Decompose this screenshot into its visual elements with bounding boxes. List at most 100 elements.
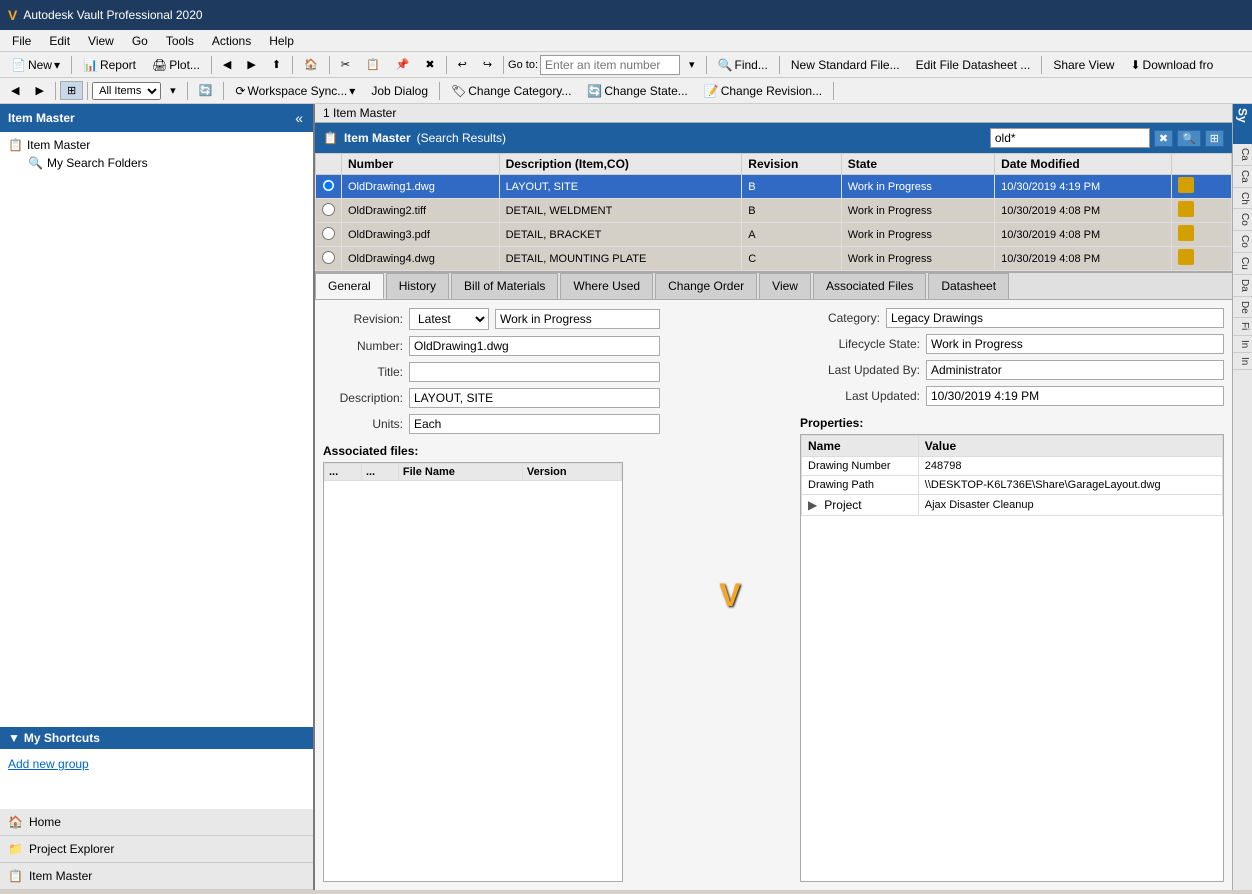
collapse-left-button[interactable]: « xyxy=(293,110,305,126)
copy-button[interactable]: 📋 xyxy=(359,55,387,74)
category-input[interactable] xyxy=(886,308,1224,328)
col-revision[interactable]: Revision xyxy=(742,154,841,175)
row-radio[interactable] xyxy=(316,175,342,199)
revision-state-input[interactable] xyxy=(495,309,660,329)
forward2-button[interactable]: ▶ xyxy=(28,81,50,100)
goto-input[interactable] xyxy=(540,55,680,75)
nav-project-explorer[interactable]: 📁 Project Explorer xyxy=(0,836,313,863)
menu-actions[interactable]: Actions xyxy=(204,32,259,50)
menu-go[interactable]: Go xyxy=(124,32,156,50)
search-button[interactable]: 🔍 xyxy=(1177,130,1201,147)
refresh-button[interactable]: 🔄 xyxy=(192,81,220,100)
right-prop-item[interactable]: In xyxy=(1233,353,1252,370)
assoc-table: ... ... File Name Version xyxy=(324,463,622,481)
tab-where-used[interactable]: Where Used xyxy=(560,273,653,299)
table-row[interactable]: OldDrawing1.dwg LAYOUT, SITE B Work in P… xyxy=(316,175,1232,199)
last-updated-by-label: Last Updated By: xyxy=(800,363,920,377)
menu-tools[interactable]: Tools xyxy=(158,32,202,50)
report-button[interactable]: 📊 Report xyxy=(76,55,143,75)
forward-button[interactable]: ▶ xyxy=(240,55,262,74)
tab-datasheet[interactable]: Datasheet xyxy=(928,273,1009,299)
right-content: 1 Item Master 📋 Item Master (Search Resu… xyxy=(315,104,1232,890)
tab-associated-files[interactable]: Associated Files xyxy=(813,273,926,299)
menu-edit[interactable]: Edit xyxy=(41,32,78,50)
find-button[interactable]: 🔍 Find... xyxy=(711,55,775,75)
title-input[interactable] xyxy=(409,362,660,382)
col-number[interactable]: Number xyxy=(342,154,500,175)
workspace-sync-button[interactable]: ⟳ Workspace Sync... ▾ xyxy=(228,81,362,101)
change-state-button[interactable]: 🔄 Change State... xyxy=(580,81,694,101)
col-state[interactable]: State xyxy=(841,154,994,175)
shortcuts-header[interactable]: ▼ My Shortcuts xyxy=(0,727,313,749)
more-search-button[interactable]: ⊞ xyxy=(1205,130,1224,147)
row-radio[interactable] xyxy=(316,199,342,223)
grid-view-button[interactable]: ⊞ xyxy=(60,81,83,100)
props-row[interactable]: Drawing Number 248798 xyxy=(802,457,1223,476)
table-row[interactable]: OldDrawing3.pdf DETAIL, BRACKET A Work i… xyxy=(316,223,1232,247)
all-items-dropdown[interactable]: ▾ xyxy=(163,81,183,100)
description-input[interactable] xyxy=(409,388,660,408)
tree-item-item-master[interactable]: 📋 Item Master xyxy=(4,136,309,154)
right-prop-item[interactable]: Da xyxy=(1233,275,1252,297)
units-input[interactable] xyxy=(409,414,660,434)
redo-button[interactable]: ↪ xyxy=(476,55,499,74)
lifecycle-input[interactable] xyxy=(926,334,1224,354)
change-category-button[interactable]: 🏷 Change Category... xyxy=(444,81,578,101)
number-input[interactable] xyxy=(409,336,660,356)
nav-home[interactable]: 🏠 Home xyxy=(0,809,313,836)
right-prop-item[interactable]: In xyxy=(1233,336,1252,353)
download-button[interactable]: ⬇ Download fro xyxy=(1123,55,1220,75)
nav-item-master[interactable]: 📋 Item Master xyxy=(0,863,313,890)
right-prop-item[interactable]: Fi xyxy=(1233,318,1252,335)
share-view-button[interactable]: Share View xyxy=(1046,55,1121,75)
tab-history[interactable]: History xyxy=(386,273,449,299)
revision-select[interactable]: Latest xyxy=(409,308,489,330)
edit-datasheet-button[interactable]: Edit File Datasheet ... xyxy=(909,55,1038,75)
right-prop-item[interactable]: Ca xyxy=(1233,144,1252,166)
delete-button[interactable]: ✖ xyxy=(418,55,441,74)
new-button[interactable]: 📄 New ▾ xyxy=(4,55,67,75)
undo-button[interactable]: ↩ xyxy=(451,55,474,74)
right-prop-item[interactable]: Ch xyxy=(1233,188,1252,210)
cut-button[interactable]: ✂ xyxy=(334,55,357,74)
table-row[interactable]: OldDrawing4.dwg DETAIL, MOUNTING PLATE C… xyxy=(316,247,1232,271)
col-description[interactable]: Description (Item,CO) xyxy=(499,154,742,175)
right-prop-item[interactable]: De xyxy=(1233,297,1252,319)
menu-help[interactable]: Help xyxy=(261,32,302,50)
all-items-select[interactable]: All Items xyxy=(92,82,161,100)
row-radio[interactable] xyxy=(316,223,342,247)
row-radio[interactable] xyxy=(316,247,342,271)
add-group-link[interactable]: Add new group xyxy=(4,753,309,775)
last-updated-by-input[interactable] xyxy=(926,360,1224,380)
tab-view[interactable]: View xyxy=(759,273,811,299)
right-prop-item[interactable]: Cu xyxy=(1233,253,1252,275)
tab-bom[interactable]: Bill of Materials xyxy=(451,273,558,299)
paste-button[interactable]: 📌 xyxy=(389,55,417,74)
home-btn[interactable]: 🏠 xyxy=(297,55,325,74)
item-master-title-area: 📋 Item Master (Search Results) xyxy=(323,131,506,145)
right-prop-item[interactable]: Co xyxy=(1233,231,1252,253)
expand-arrow-icon[interactable]: ▶ xyxy=(808,498,817,512)
back-button[interactable]: ◀ xyxy=(216,55,238,74)
up-button[interactable]: ⬆ xyxy=(265,55,288,74)
menu-file[interactable]: File xyxy=(4,32,39,50)
tab-change-order[interactable]: Change Order xyxy=(655,273,757,299)
new-std-button[interactable]: New Standard File... xyxy=(784,55,907,75)
back2-button[interactable]: ◀ xyxy=(4,81,26,100)
table-row[interactable]: OldDrawing2.tiff DETAIL, WELDMENT B Work… xyxy=(316,199,1232,223)
props-row[interactable]: Drawing Path \\DESKTOP-K6L736E\Share\Gar… xyxy=(802,476,1223,495)
search-input[interactable] xyxy=(990,128,1150,148)
plot-button[interactable]: 🖨 Plot... xyxy=(145,55,207,75)
job-dialog-button[interactable]: Job Dialog xyxy=(364,81,435,101)
goto-dropdown[interactable]: ▾ xyxy=(682,55,702,74)
menu-view[interactable]: View xyxy=(80,32,122,50)
change-revision-button[interactable]: 📝 Change Revision... xyxy=(697,81,829,101)
tree-item-search-folders[interactable]: 🔍 My Search Folders xyxy=(24,154,309,172)
right-prop-item[interactable]: Ca xyxy=(1233,166,1252,188)
tab-general[interactable]: General xyxy=(315,273,384,299)
last-updated-input[interactable] xyxy=(926,386,1224,406)
props-row[interactable]: ▶ Project Ajax Disaster Cleanup xyxy=(802,495,1223,516)
clear-search-button[interactable]: ✖ xyxy=(1154,130,1173,147)
col-date[interactable]: Date Modified xyxy=(995,154,1172,175)
right-prop-item[interactable]: Co xyxy=(1233,209,1252,231)
